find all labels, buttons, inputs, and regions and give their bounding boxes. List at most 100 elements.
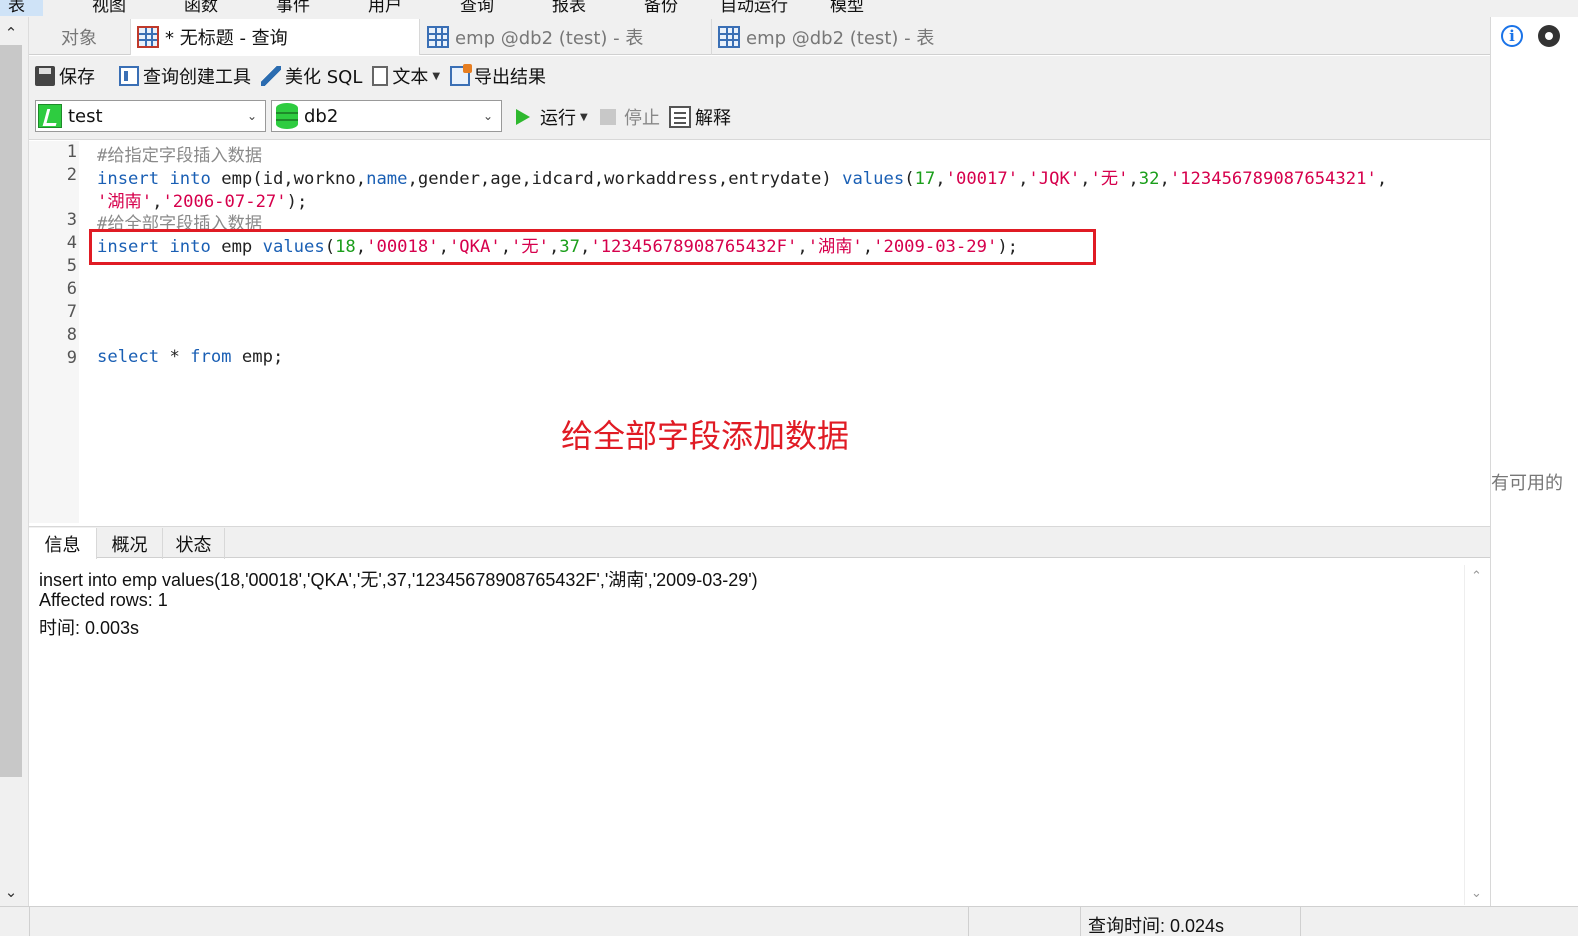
code-line-1: #给指定字段插入数据	[97, 146, 263, 166]
stop-button[interactable]: 停止	[600, 104, 660, 130]
sql-editor[interactable]: 1 2 3 4 5 6 7 8 9 #给指定字段插入数据 insert into…	[29, 141, 1490, 523]
scroll-down-icon[interactable]: ⌄	[1471, 886, 1482, 901]
menu-item-function[interactable]: 函数	[184, 0, 218, 16]
line-number: 4	[66, 233, 77, 253]
tab-emp-table-1-label: emp @db2 (test) - 表	[455, 28, 644, 49]
column-name: name	[366, 169, 408, 189]
database-name: db2	[304, 105, 339, 127]
tab-emp-table-1[interactable]: emp @db2 (test) - 表	[421, 19, 711, 55]
sql-keyword: insert	[97, 169, 160, 189]
query-icon	[137, 26, 159, 48]
tab-emp-table-2[interactable]: emp @db2 (test) - 表	[711, 19, 1001, 55]
export-icon	[450, 64, 473, 86]
save-icon	[35, 66, 55, 86]
tab-query-label: * 无标题 - 查询	[165, 28, 288, 49]
line-number: 9	[66, 348, 77, 368]
status-divider	[1080, 907, 1081, 936]
run-button[interactable]: 运行 ▼	[516, 104, 588, 130]
tab-status[interactable]: 状态	[163, 528, 225, 559]
line-number: 6	[66, 279, 77, 299]
sql-keyword: values	[842, 169, 905, 189]
query-builder-icon	[119, 66, 139, 86]
line-number: 8	[66, 325, 77, 345]
sql-keyword: into	[169, 169, 211, 189]
stop-icon	[600, 109, 616, 125]
stop-label: 停止	[624, 108, 660, 129]
text-button[interactable]: 文本 ▼	[372, 63, 440, 89]
play-icon	[516, 109, 530, 125]
info-icon[interactable]: i	[1501, 25, 1523, 47]
text-label: 文本	[392, 67, 429, 88]
sql-keyword: from	[190, 347, 232, 367]
highlight-box	[89, 229, 1096, 265]
tab-objects[interactable]: 对象	[29, 19, 129, 55]
database-select[interactable]: db2 ⌄	[271, 100, 502, 132]
export-results-label: 导出结果	[474, 67, 547, 88]
value-string: '无'	[1090, 169, 1129, 189]
scroll-thumb[interactable]	[0, 45, 22, 777]
menu-item-view[interactable]: 视图	[92, 0, 126, 16]
value-string: '00017'	[945, 169, 1019, 189]
status-divider	[1300, 907, 1301, 936]
tab-info[interactable]: 信息	[29, 528, 97, 559]
chevron-down-icon: ⌄	[246, 109, 257, 123]
status-divider	[968, 907, 969, 936]
chevron-down-icon: ⌄	[482, 109, 493, 123]
menu-item-automation[interactable]: 自动运行	[720, 0, 788, 16]
line-number-gutter: 1 2 3 4 5 6 7 8 9	[29, 141, 79, 523]
tab-emp-table-2-label: emp @db2 (test) - 表	[746, 28, 935, 49]
left-panel-scrollbar[interactable]: ⌃ ⌄	[0, 17, 29, 906]
line-number: 7	[66, 302, 77, 322]
menu-item-query[interactable]: 查询	[460, 0, 494, 16]
eye-icon[interactable]	[1538, 25, 1560, 47]
explain-icon	[669, 106, 691, 128]
menu-bar: 表 视图 函数 事件 用户 查询 报表 备份 自动运行 模型	[0, 0, 1578, 17]
tab-query[interactable]: * 无标题 - 查询	[130, 19, 420, 55]
code-line-2: insert into emp(id,workno,name,gender,ag…	[97, 169, 1388, 189]
database-icon	[276, 103, 298, 129]
result-tabs: 信息 概况 状态	[29, 526, 1490, 559]
menu-item-event[interactable]: 事件	[276, 0, 310, 16]
menu-item-table[interactable]: 表	[0, 0, 43, 16]
tab-objects-label: 对象	[61, 28, 97, 49]
scroll-up-icon[interactable]: ⌃	[1471, 569, 1482, 584]
mysql-connection-icon	[38, 104, 62, 128]
menu-item-report[interactable]: 报表	[552, 0, 586, 16]
dropdown-arrow-icon: ▼	[580, 111, 588, 123]
paren-close: );	[286, 192, 308, 212]
query-builder-label: 查询创建工具	[143, 67, 251, 88]
paren-open: (	[904, 169, 915, 189]
scroll-down-icon[interactable]: ⌄	[3, 884, 19, 900]
menu-item-user[interactable]: 用户	[368, 0, 402, 16]
select-star: *	[159, 347, 191, 367]
scroll-up-icon[interactable]: ⌃	[3, 25, 19, 41]
connection-name: test	[68, 105, 103, 127]
dropdown-arrow-icon: ▼	[432, 70, 441, 82]
result-scrollbar[interactable]: ⌃ ⌄	[1464, 565, 1490, 905]
run-label: 运行	[540, 108, 576, 129]
query-time: 查询时间: 0.024s	[1088, 916, 1225, 936]
explain-button[interactable]: 解释	[669, 104, 731, 130]
explain-label: 解释	[695, 108, 731, 129]
value-string: 'JQK'	[1028, 169, 1081, 189]
line-number: 5	[66, 256, 77, 276]
line-number: 1	[66, 142, 77, 162]
menu-item-backup[interactable]: 备份	[644, 0, 678, 16]
table-name: emp	[221, 169, 253, 189]
right-panel-text: 有可用的	[1491, 473, 1563, 494]
save-button[interactable]: 保存	[35, 63, 95, 89]
beautify-sql-button[interactable]: 美化 SQL	[261, 63, 362, 89]
table-edit-icon	[718, 26, 740, 48]
right-info-panel: i 有可用的	[1490, 17, 1578, 906]
value-string: '123456789087654321'	[1169, 169, 1377, 189]
brush-icon	[261, 66, 281, 86]
query-builder-button[interactable]: 查询创建工具	[119, 63, 251, 89]
line-number: 3	[66, 210, 77, 230]
tab-overview[interactable]: 概况	[97, 528, 163, 559]
export-results-button[interactable]: 导出结果	[450, 63, 546, 89]
connection-select[interactable]: test ⌄	[35, 100, 266, 132]
beautify-sql-label: 美化 SQL	[285, 67, 363, 88]
code-line-9: select * from emp;	[97, 347, 283, 367]
menu-item-model[interactable]: 模型	[830, 0, 864, 16]
query-toolbar: 保存 查询创建工具 美化 SQL 文本 ▼ 导出结果	[29, 56, 1490, 96]
